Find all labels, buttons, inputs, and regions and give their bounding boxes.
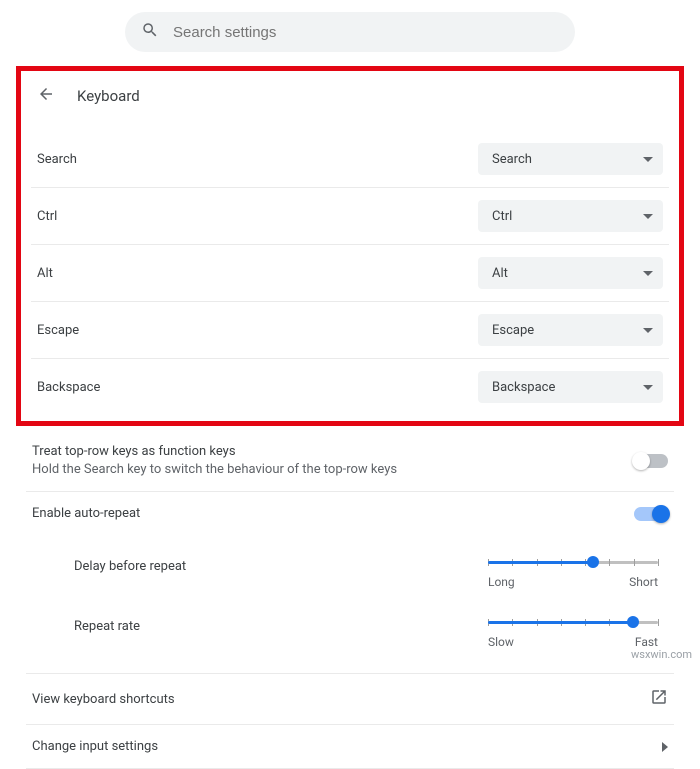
highlighted-section: Keyboard Search Search Ctrl Ctrl Alt Alt…: [16, 66, 684, 426]
back-button[interactable]: [37, 85, 55, 107]
key-label: Backspace: [37, 380, 100, 395]
key-row-ctrl: Ctrl Ctrl: [31, 188, 669, 245]
key-select-search[interactable]: Search: [478, 143, 663, 175]
key-label: Search: [37, 152, 77, 167]
key-select-ctrl[interactable]: Ctrl: [478, 200, 663, 232]
toggle-knob: [652, 505, 670, 523]
slider-left-label: Long: [488, 575, 515, 589]
watermark: wsxwin.com: [631, 648, 692, 661]
autorepeat-row: Enable auto-repeat: [26, 492, 674, 535]
caret-down-icon: [643, 385, 653, 390]
delay-slider-row: Delay before repeat Long Short: [32, 545, 668, 605]
dropdown-value: Alt: [492, 266, 508, 281]
key-label: Alt: [37, 266, 53, 281]
caret-down-icon: [643, 271, 653, 276]
key-label: Escape: [37, 323, 79, 338]
slider-thumb[interactable]: [587, 556, 599, 568]
key-select-escape[interactable]: Escape: [478, 314, 663, 346]
slider-right-label: Short: [629, 575, 658, 589]
caret-down-icon: [643, 328, 653, 333]
change-input-row[interactable]: Change input settings: [26, 725, 674, 769]
key-select-backspace[interactable]: Backspace: [478, 371, 663, 403]
dropdown-value: Search: [492, 152, 532, 167]
delay-label: Delay before repeat: [32, 555, 186, 574]
chevron-right-icon: [662, 742, 668, 752]
toggle-knob: [632, 452, 650, 470]
autorepeat-toggle[interactable]: [634, 507, 668, 521]
change-input-label: Change input settings: [32, 739, 158, 754]
search-input[interactable]: [173, 24, 559, 41]
key-label: Ctrl: [37, 209, 57, 224]
slider-left-label: Slow: [488, 635, 514, 649]
toprow-toggle[interactable]: [634, 454, 668, 468]
open-external-icon: [650, 688, 668, 710]
caret-down-icon: [643, 214, 653, 219]
toprow-title: Treat top-row keys as function keys: [32, 444, 397, 459]
rate-slider[interactable]: [488, 615, 658, 629]
autorepeat-title: Enable auto-repeat: [32, 506, 140, 521]
key-row-search: Search Search: [31, 131, 669, 188]
key-row-alt: Alt Alt: [31, 245, 669, 302]
dropdown-value: Backspace: [492, 380, 555, 395]
dropdown-value: Ctrl: [492, 209, 512, 224]
toprow-keys-row: Treat top-row keys as function keys Hold…: [26, 430, 674, 492]
toprow-subtitle: Hold the Search key to switch the behavi…: [32, 462, 397, 477]
rate-slider-row: Repeat rate Slow Fast: [32, 605, 668, 665]
key-row-backspace: Backspace Backspace: [31, 359, 669, 415]
caret-down-icon: [643, 157, 653, 162]
rate-label: Repeat rate: [32, 615, 140, 634]
slider-thumb[interactable]: [627, 616, 639, 628]
search-bar[interactable]: [125, 12, 575, 52]
view-shortcuts-label: View keyboard shortcuts: [32, 692, 175, 707]
dropdown-value: Escape: [492, 323, 534, 338]
key-row-escape: Escape Escape: [31, 302, 669, 359]
slider-right-label: Fast: [635, 635, 658, 649]
key-select-alt[interactable]: Alt: [478, 257, 663, 289]
page-title: Keyboard: [77, 87, 140, 105]
search-icon: [141, 21, 159, 43]
view-shortcuts-row[interactable]: View keyboard shortcuts: [26, 674, 674, 725]
delay-slider[interactable]: [488, 555, 658, 569]
